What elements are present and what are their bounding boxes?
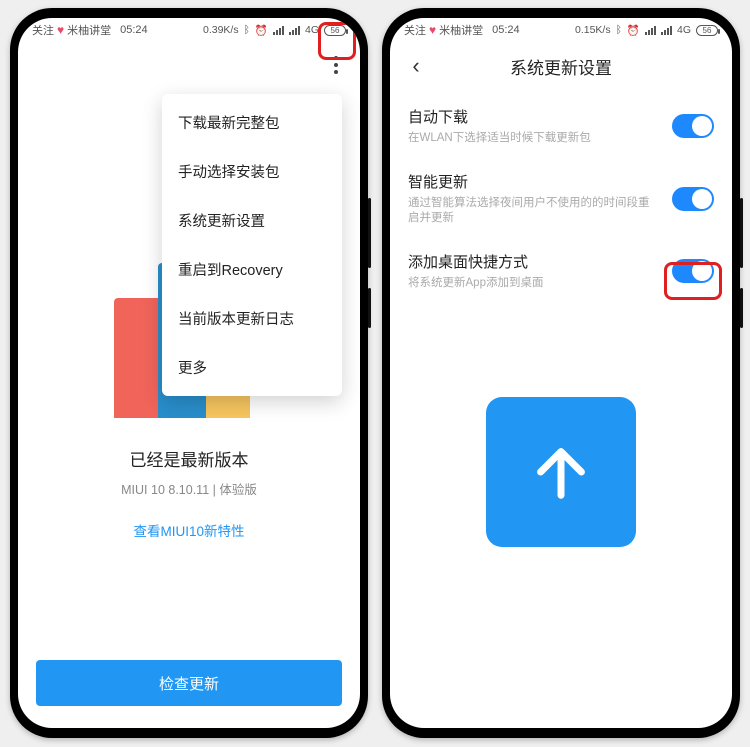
net-type: 4G bbox=[677, 24, 691, 36]
setting-desc: 通过智能算法选择夜间用户不使用的的时间段重启并更新 bbox=[408, 196, 660, 227]
setting-desc: 在WLAN下选择适当时候下载更新包 bbox=[408, 131, 660, 147]
back-button[interactable]: ‹ bbox=[400, 53, 432, 79]
heart-icon: ♥ bbox=[57, 23, 64, 37]
overflow-menu: 下载最新完整包 手动选择安装包 系统更新设置 重启到Recovery 当前版本更… bbox=[162, 94, 342, 396]
menu-item-reboot-recovery[interactable]: 重启到Recovery bbox=[162, 245, 342, 294]
bluetooth-icon: ᛒ bbox=[244, 24, 250, 36]
setting-title: 添加桌面快捷方式 bbox=[408, 251, 660, 272]
version-detail: MIUI 10 8.10.11 | 体验版 bbox=[18, 479, 360, 498]
screen-left: 关注 ♥ 米柚讲堂 05:24 0.39K/s ᛒ ⏰ 4G 56 下载最新完整… bbox=[18, 18, 360, 728]
status-bar: 关注 ♥ 米柚讲堂 05:24 0.39K/s ᛒ ⏰ 4G 56 bbox=[18, 18, 360, 42]
signal-icon bbox=[645, 25, 656, 35]
phone-frame-right: 关注 ♥ 米柚讲堂 05:24 0.15K/s ᛒ ⏰ 4G 56 ‹ 系统更新… bbox=[382, 8, 740, 738]
status-time: 05:24 bbox=[120, 24, 148, 36]
net-speed: 0.15K/s bbox=[575, 24, 611, 36]
status-prefix: 关注 bbox=[404, 22, 426, 38]
status-time: 05:24 bbox=[492, 24, 520, 36]
power-button bbox=[368, 288, 371, 328]
status-bar: 关注 ♥ 米柚讲堂 05:24 0.15K/s ᛒ ⏰ 4G 56 bbox=[390, 18, 732, 42]
setting-title: 自动下载 bbox=[408, 106, 660, 127]
menu-item-more[interactable]: 更多 bbox=[162, 343, 342, 392]
check-update-button[interactable]: 检查更新 bbox=[36, 660, 342, 706]
version-status: 已经是最新版本 bbox=[18, 446, 360, 471]
menu-item-download-full[interactable]: 下载最新完整包 bbox=[162, 98, 342, 147]
logo-bar-red bbox=[114, 298, 162, 418]
battery-icon: 56 bbox=[324, 25, 346, 36]
battery-icon: 56 bbox=[696, 25, 718, 36]
toggle-add-shortcut[interactable] bbox=[672, 259, 714, 283]
arrow-up-icon bbox=[526, 437, 596, 507]
updater-app-icon bbox=[486, 397, 636, 547]
alarm-icon: ⏰ bbox=[627, 24, 640, 37]
alarm-icon: ⏰ bbox=[255, 24, 268, 37]
setting-title: 智能更新 bbox=[408, 171, 660, 192]
net-type: 4G bbox=[305, 24, 319, 36]
menu-item-changelog[interactable]: 当前版本更新日志 bbox=[162, 294, 342, 343]
setting-auto-download[interactable]: 自动下载 在WLAN下选择适当时候下载更新包 bbox=[390, 94, 732, 159]
top-bar bbox=[18, 42, 360, 88]
setting-desc: 将系统更新App添加到桌面 bbox=[408, 276, 660, 292]
status-app-name: 米柚讲堂 bbox=[439, 22, 483, 38]
toggle-auto-download[interactable] bbox=[672, 114, 714, 138]
page-title: 系统更新设置 bbox=[390, 54, 732, 79]
status-prefix: 关注 bbox=[32, 22, 54, 38]
net-speed: 0.39K/s bbox=[203, 24, 239, 36]
overflow-menu-button[interactable] bbox=[322, 51, 350, 79]
power-button bbox=[740, 288, 743, 328]
page-header: ‹ 系统更新设置 bbox=[390, 42, 732, 90]
phone-frame-left: 关注 ♥ 米柚讲堂 05:24 0.39K/s ᛒ ⏰ 4G 56 下载最新完整… bbox=[10, 8, 368, 738]
toggle-smart-update[interactable] bbox=[672, 187, 714, 211]
setting-smart-update[interactable]: 智能更新 通过智能算法选择夜间用户不使用的的时间段重启并更新 bbox=[390, 159, 732, 239]
menu-item-update-settings[interactable]: 系统更新设置 bbox=[162, 196, 342, 245]
bluetooth-icon: ᛒ bbox=[616, 24, 622, 36]
heart-icon: ♥ bbox=[429, 23, 436, 37]
signal-icon-2 bbox=[661, 25, 672, 35]
status-app-name: 米柚讲堂 bbox=[67, 22, 111, 38]
signal-icon-2 bbox=[289, 25, 300, 35]
whatsnew-link[interactable]: 查看MIUI10新特性 bbox=[18, 520, 360, 540]
signal-icon bbox=[273, 25, 284, 35]
menu-item-manual-pkg[interactable]: 手动选择安装包 bbox=[162, 147, 342, 196]
screen-right: 关注 ♥ 米柚讲堂 05:24 0.15K/s ᛒ ⏰ 4G 56 ‹ 系统更新… bbox=[390, 18, 732, 728]
volume-button bbox=[740, 198, 743, 268]
setting-add-shortcut[interactable]: 添加桌面快捷方式 将系统更新App添加到桌面 bbox=[390, 239, 732, 304]
volume-button bbox=[368, 198, 371, 268]
